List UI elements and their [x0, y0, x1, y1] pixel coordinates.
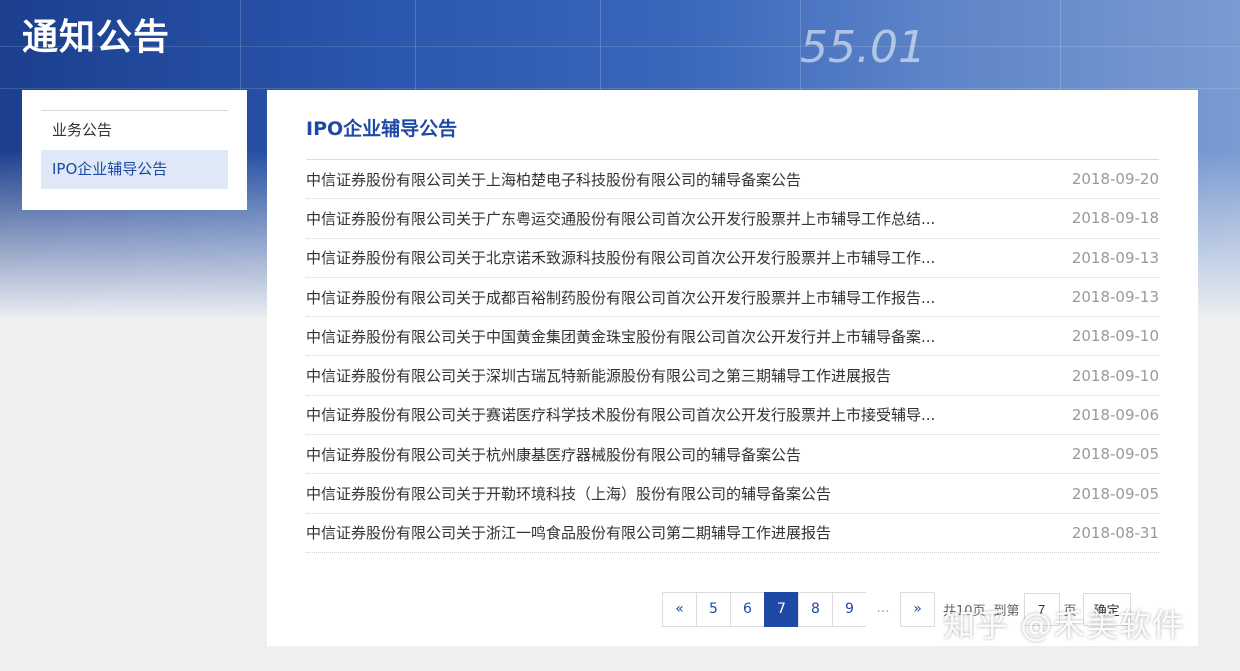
page-button-5[interactable]: 5	[696, 592, 731, 627]
notice-date: 2018-09-20	[1071, 170, 1159, 189]
section-title: IPO企业辅导公告	[306, 118, 458, 140]
notice-row: 中信证券股份有限公司关于成都百裕制药股份有限公司首次公开发行股票并上市辅导工作报…	[306, 278, 1159, 318]
notice-date: 2018-09-10	[1071, 327, 1159, 346]
notice-row: 中信证券股份有限公司关于杭州康基医疗器械股份有限公司的辅导备案公告 2018-0…	[306, 435, 1159, 475]
sidebar-item-ipo-guidance[interactable]: IPO企业辅导公告	[41, 150, 228, 189]
notice-date: 2018-09-05	[1071, 445, 1159, 464]
notice-row: 中信证券股份有限公司关于赛诺医疗科学技术股份有限公司首次公开发行股票并上市接受辅…	[306, 396, 1159, 436]
notice-title-link[interactable]: 中信证券股份有限公司关于赛诺医疗科学技术股份有限公司首次公开发行股票并上市接受辅…	[306, 404, 935, 425]
page-button-9[interactable]: 9	[832, 592, 867, 627]
total-pages-text: 共10页	[943, 604, 986, 619]
prev-page-button[interactable]: «	[662, 592, 697, 627]
notice-date: 2018-09-18	[1071, 209, 1159, 228]
notice-title-link[interactable]: 中信证券股份有限公司关于广东粤运交通股份有限公司首次公开发行股票并上市辅导工作总…	[306, 208, 935, 229]
notice-title-link[interactable]: 中信证券股份有限公司关于深圳古瑞瓦特新能源股份有限公司之第三期辅导工作进展报告	[306, 365, 891, 386]
notice-row: 中信证券股份有限公司关于北京诺禾致源科技股份有限公司首次公开发行股票并上市辅导工…	[306, 239, 1159, 278]
goto-prefix-label: 到第	[993, 604, 1020, 619]
notice-date: 2018-09-13	[1071, 248, 1159, 267]
notice-row: 中信证券股份有限公司关于上海柏楚电子科技股份有限公司的辅导备案公告 2018-0…	[306, 160, 1159, 200]
goto-page-input[interactable]	[1023, 593, 1060, 626]
page-ellipsis: ...	[866, 592, 900, 627]
notice-list: 中信证券股份有限公司关于上海柏楚电子科技股份有限公司的辅导备案公告 2018-0…	[306, 160, 1159, 553]
page-button-6[interactable]: 6	[730, 592, 765, 627]
notice-date: 2018-09-06	[1071, 405, 1159, 424]
page-button-8[interactable]: 8	[798, 592, 833, 627]
notice-title-link[interactable]: 中信证券股份有限公司关于开勒环境科技（上海）股份有限公司的辅导备案公告	[306, 483, 831, 504]
notice-panel: IPO企业辅导公告 中信证券股份有限公司关于上海柏楚电子科技股份有限公司的辅导备…	[267, 90, 1198, 646]
goto-suffix-label: 页	[1063, 604, 1077, 619]
notice-row: 中信证券股份有限公司关于中国黄金集团黄金珠宝股份有限公司首次公开发行并上市辅导备…	[306, 317, 1159, 357]
notice-row: 中信证券股份有限公司关于深圳古瑞瓦特新能源股份有限公司之第三期辅导工作进展报告 …	[306, 356, 1159, 396]
notice-title-link[interactable]: 中信证券股份有限公司关于成都百裕制药股份有限公司首次公开发行股票并上市辅导工作报…	[306, 287, 935, 308]
banner-ticker-number: 55.01	[800, 22, 926, 73]
goto-confirm-button[interactable]: 确定	[1082, 593, 1131, 626]
page-title: 通知公告	[22, 17, 171, 58]
sidebar-item-business-notice[interactable]: 业务公告	[41, 111, 228, 150]
notice-title-link[interactable]: 中信证券股份有限公司关于北京诺禾致源科技股份有限公司首次公开发行股票并上市辅导工…	[306, 247, 935, 268]
notice-date: 2018-09-13	[1071, 288, 1159, 307]
page-button-7-current[interactable]: 7	[764, 592, 799, 627]
notice-title-link[interactable]: 中信证券股份有限公司关于浙江一鸣食品股份有限公司第二期辅导工作进展报告	[306, 522, 831, 543]
sidebar: 业务公告 IPO企业辅导公告	[22, 90, 247, 210]
notice-date: 2018-09-10	[1071, 366, 1159, 385]
notice-title-link[interactable]: 中信证券股份有限公司关于中国黄金集团黄金珠宝股份有限公司首次公开发行并上市辅导备…	[306, 326, 935, 347]
notice-date: 2018-09-05	[1071, 484, 1159, 503]
notice-row: 中信证券股份有限公司关于广东粤运交通股份有限公司首次公开发行股票并上市辅导工作总…	[306, 199, 1159, 239]
notice-date: 2018-08-31	[1071, 523, 1159, 542]
notice-row: 中信证券股份有限公司关于开勒环境科技（上海）股份有限公司的辅导备案公告 2018…	[306, 474, 1159, 514]
notice-row: 中信证券股份有限公司关于浙江一鸣食品股份有限公司第二期辅导工作进展报告 2018…	[306, 514, 1159, 553]
pagination: « 5 6 7 8 9 ... » 共10页 到第 页 确定	[662, 592, 1131, 627]
notice-title-link[interactable]: 中信证券股份有限公司关于上海柏楚电子科技股份有限公司的辅导备案公告	[306, 169, 801, 190]
next-page-button[interactable]: »	[900, 592, 935, 627]
notice-title-link[interactable]: 中信证券股份有限公司关于杭州康基医疗器械股份有限公司的辅导备案公告	[306, 444, 801, 465]
